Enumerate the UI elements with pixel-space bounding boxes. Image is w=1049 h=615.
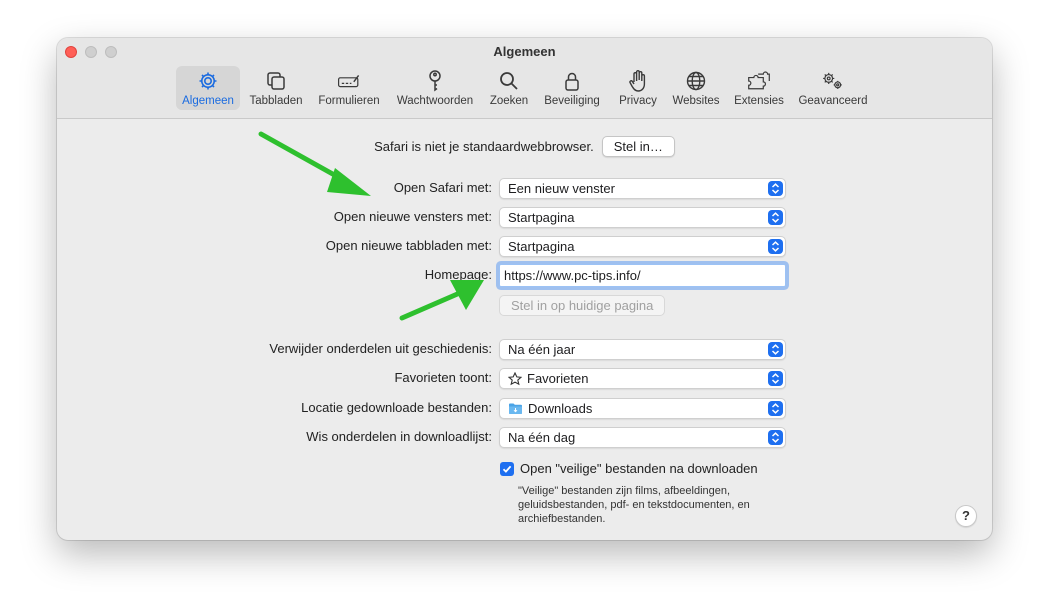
chevron-updown-icon xyxy=(768,430,783,445)
homepage-field[interactable] xyxy=(499,264,786,287)
help-button[interactable]: ? xyxy=(955,505,977,527)
set-default-button[interactable]: Stel in… xyxy=(601,136,675,157)
history-label: Verwijder onderdelen uit geschiedenis: xyxy=(269,341,492,356)
select-value: Na één dag xyxy=(508,430,576,445)
tab-websites[interactable]: Websites xyxy=(668,66,724,110)
chevron-updown-icon xyxy=(768,210,783,225)
tab-label: Privacy xyxy=(619,95,657,107)
download-location-select[interactable]: Downloads xyxy=(499,398,786,419)
tab-extensies[interactable]: Extensies xyxy=(730,66,788,110)
chevron-updown-icon xyxy=(768,371,783,386)
tab-label: Extensies xyxy=(734,95,784,107)
puzzle-icon xyxy=(747,69,771,93)
annotation-arrow-icon xyxy=(258,131,371,196)
tab-label: Tabbladen xyxy=(249,95,303,107)
new-windows-select[interactable]: Startpagina xyxy=(499,207,786,228)
download-location-label: Locatie gedownloade bestanden: xyxy=(301,400,492,415)
globe-icon xyxy=(684,69,708,93)
annotation-arrow-icon xyxy=(399,280,484,321)
chevron-updown-icon xyxy=(768,401,783,416)
tab-label: Geavanceerd xyxy=(798,95,868,107)
select-value: Favorieten xyxy=(527,371,589,386)
select-value: Downloads xyxy=(528,401,593,416)
tab-privacy[interactable]: Privacy xyxy=(612,66,664,110)
new-windows-label: Open nieuwe vensters met: xyxy=(333,209,492,224)
title-bar: Algemeen Algemeen Tabbladen Formulieren … xyxy=(57,38,992,119)
tab-label: Algemeen xyxy=(182,95,234,107)
download-list-select[interactable]: Na één dag xyxy=(499,427,786,448)
tab-geavanceerd[interactable]: Geavanceerd xyxy=(795,66,871,110)
safe-files-label: Open "veilige" bestanden na downloaden xyxy=(520,461,758,476)
star-icon xyxy=(508,371,522,386)
history-select[interactable]: Na één jaar xyxy=(499,339,786,360)
tab-formulieren[interactable]: Formulieren xyxy=(315,66,383,110)
download-list-label: Wis onderdelen in downloadlijst: xyxy=(306,429,492,444)
chevron-updown-icon xyxy=(768,181,783,196)
lock-icon xyxy=(560,69,584,93)
tab-label: Websites xyxy=(672,95,720,107)
tab-label: Zoeken xyxy=(489,95,529,107)
safe-files-checkbox[interactable] xyxy=(500,461,514,476)
tab-label: Wachtwoorden xyxy=(396,95,474,107)
select-value: Een nieuw venster xyxy=(508,181,615,196)
open-safari-select[interactable]: Een nieuw venster xyxy=(499,178,786,199)
favorites-label: Favorieten toont: xyxy=(394,370,492,385)
checkmark-icon xyxy=(502,465,512,473)
tab-beveiliging[interactable]: Beveiliging xyxy=(539,66,605,110)
tab-label: Formulieren xyxy=(318,95,380,107)
tab-tabbladen[interactable]: Tabbladen xyxy=(244,66,308,110)
chevron-updown-icon xyxy=(768,239,783,254)
gear-icon xyxy=(196,69,220,93)
safe-files-row: Open "veilige" bestanden na downloaden xyxy=(500,461,758,476)
set-current-page-button[interactable]: Stel in op huidige pagina xyxy=(499,295,666,316)
select-value: Startpagina xyxy=(508,210,575,225)
tab-zoeken[interactable]: Zoeken xyxy=(484,66,534,110)
folder-icon xyxy=(508,402,523,415)
hand-icon xyxy=(626,69,650,93)
new-tabs-label: Open nieuwe tabbladen met: xyxy=(325,238,492,253)
tab-algemeen[interactable]: Algemeen xyxy=(176,66,240,110)
default-browser-row: Safari is niet je standaardwebbrowser. S… xyxy=(57,136,992,157)
gears-icon xyxy=(821,69,845,93)
favorites-select[interactable]: Favorieten xyxy=(499,368,786,389)
default-browser-text: Safari is niet je standaardwebbrowser. xyxy=(374,139,594,154)
select-value: Startpagina xyxy=(508,239,575,254)
tab-label: Beveiliging xyxy=(544,95,600,107)
magnifier-icon xyxy=(497,69,521,93)
select-value: Na één jaar xyxy=(508,342,576,357)
chevron-updown-icon xyxy=(768,342,783,357)
form-pencil-icon xyxy=(337,69,361,93)
key-icon xyxy=(423,69,447,93)
new-tabs-select[interactable]: Startpagina xyxy=(499,236,786,257)
window-title: Algemeen xyxy=(493,44,556,59)
tab-wachtwoorden[interactable]: Wachtwoorden xyxy=(391,66,479,110)
safe-files-help-text: "Veilige" bestanden zijn films, afbeeldi… xyxy=(518,485,750,525)
preferences-window: Algemeen Algemeen Tabbladen Formulieren … xyxy=(57,38,992,540)
tabs-icon xyxy=(264,69,288,93)
open-safari-label: Open Safari met: xyxy=(393,180,492,195)
